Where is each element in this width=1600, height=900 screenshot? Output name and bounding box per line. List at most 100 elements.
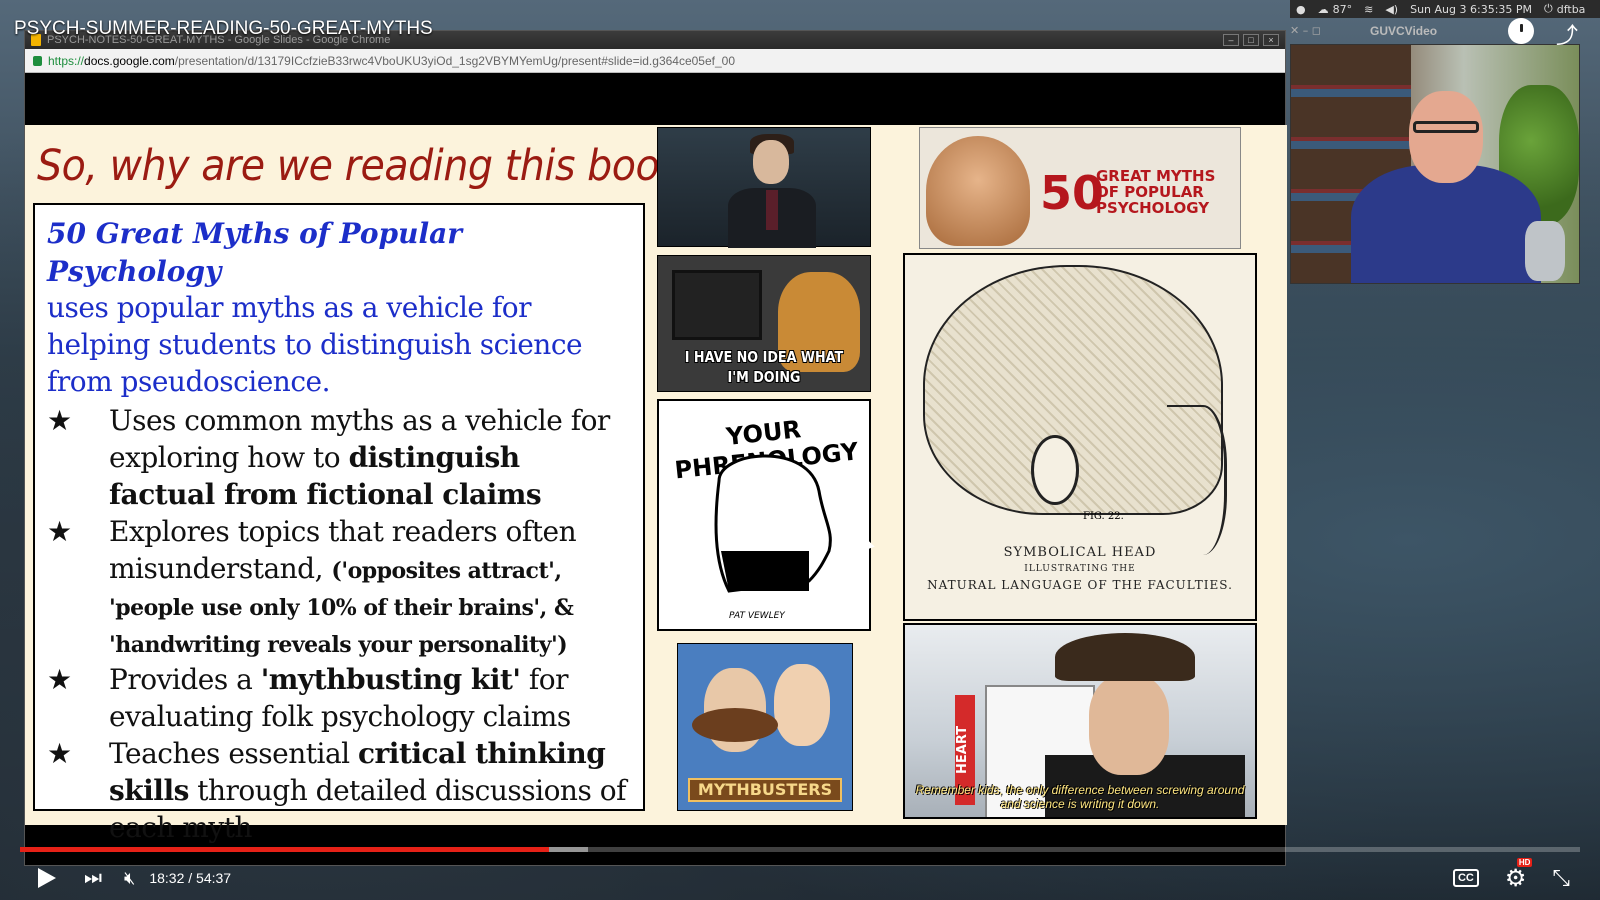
glasses-shape (1413, 121, 1479, 133)
figure-number: FIG. 22. (1083, 511, 1124, 522)
bullet-plain: Provides a (109, 663, 261, 696)
adam-savage-image: HEART Remember kids, the only difference… (903, 623, 1257, 819)
temperature: 87° (1332, 2, 1353, 16)
bullet-text: Teaches essential critical thinking skil… (109, 735, 631, 846)
caricature-head (774, 664, 830, 746)
myth-example: 'opposites attract' (341, 558, 555, 584)
mute-icon[interactable]: 🔇︎ (124, 868, 135, 889)
book-title: 50 Great Myths of Popular Psychology (47, 217, 462, 288)
face-profile-drawing (1167, 405, 1227, 555)
microphone-shape (1525, 221, 1565, 281)
video-title[interactable]: PSYCH-SUMMER-READING-50-GREAT-MYTHS (14, 18, 433, 40)
face-shape (1089, 675, 1169, 775)
myth-example: 'people use only 10% of their brains' (109, 595, 540, 621)
monitor-shape (672, 270, 762, 340)
volume-icon[interactable]: ◀) (1385, 3, 1398, 16)
close-icon[interactable]: × (1263, 34, 1279, 46)
myth-example: 'handwriting reveals your personality' (109, 632, 558, 658)
ear-drawing (1031, 435, 1079, 505)
bullet-list: ★ Uses common myths as a vehicle for exp… (47, 402, 631, 846)
mustache-shape (692, 708, 778, 742)
weather[interactable]: ☁ 87° (1318, 3, 1353, 16)
meme-caption: I HAVE NO IDEA WHAT I'M DOING (684, 348, 844, 386)
book-head-art (926, 136, 1030, 246)
paren-close: ) (557, 632, 568, 658)
bullet-text: Uses common myths as a vehicle for explo… (109, 402, 631, 513)
caption-line: ILLUSTRATING THE (1024, 564, 1136, 574)
separator: , & (539, 595, 574, 621)
slide-heading: So, why are we reading this book? (37, 141, 703, 191)
user-name: dftba (1556, 2, 1586, 16)
separator: , (554, 558, 562, 584)
list-item: ★ Provides a 'mythbusting kit' for evalu… (47, 661, 631, 735)
time-display: 18:32 / 54:37 (149, 870, 232, 886)
lock-icon[interactable] (33, 55, 42, 66)
book-number: 50 (1040, 166, 1105, 220)
bullet-text: Explores topics that readers often misun… (109, 513, 631, 661)
hd-badge: HD (1516, 857, 1533, 867)
dog-meme-image: I HAVE NO IDEA WHAT I'M DOING (657, 255, 871, 392)
user-menu[interactable]: ⏻ dftba (1544, 2, 1585, 16)
list-item: ★ Teaches essential critical thinking sk… (47, 735, 631, 846)
bullet-text: Provides a 'mythbusting kit' for evaluat… (109, 661, 631, 735)
caption-line: SYMBOLICAL HEAD (1003, 545, 1157, 560)
symbolical-head-image: FIG. 22. SYMBOLICAL HEAD ILLUSTRATING TH… (903, 253, 1257, 621)
camera-icon[interactable]: ● (1296, 3, 1306, 16)
maximize-icon[interactable]: □ (1243, 34, 1259, 46)
list-item: ★ Explores topics that readers often mis… (47, 513, 631, 661)
share-icon[interactable]: ⤴ (1556, 18, 1578, 50)
webcam-window-controls[interactable]: ✕ – ◻ (1290, 24, 1321, 37)
paren-open: ( (331, 558, 342, 584)
cloud-icon: ☁ (1317, 2, 1329, 16)
url-path: /presentation/d/13179ICcfzieB33rwc4VboUK… (174, 53, 736, 68)
next-button[interactable]: ⏭ (84, 867, 102, 890)
intro-text: uses popular myths as a vehicle for help… (47, 291, 583, 398)
minimize-icon[interactable]: – (1223, 34, 1239, 46)
window-controls: – □ × (1223, 34, 1285, 46)
doctor-in-rain-image (657, 127, 871, 248)
captions-button[interactable]: CC (1452, 869, 1479, 887)
wifi-icon[interactable]: ≋ (1364, 3, 1373, 16)
mythbusters-logo: MYTHBUSTERS (688, 778, 842, 802)
presentation-slide[interactable]: So, why are we reading this book? 50 Gre… (25, 125, 1287, 844)
watch-later-icon[interactable] (1508, 18, 1534, 44)
player-controls: ⏭ 🔇︎ 18:32 / 54:37 CC ⚙ HD ⤡ (0, 856, 1600, 900)
phrenology-cartoon-image: YOUR PHRENOLOGY PAT VEWLEY (657, 399, 871, 631)
mouse-cursor-icon (859, 535, 875, 551)
illustration-caption: SYMBOLICAL HEAD ILLUSTRATING THE NATURAL… (905, 545, 1255, 593)
caption-line: NATURAL LANGUAGE OF THE FACULTIES. (927, 578, 1233, 592)
played-bar (20, 847, 549, 852)
slide-textbox: 50 Great Myths of Popular Psychology use… (33, 203, 645, 844)
system-tray: ● ☁ 87° ≋ ◀) Sun Aug 3 6:35:35 PM ⏻ dftba (1290, 0, 1600, 18)
mythbusters-image: MYTHBUSTERS (677, 643, 853, 811)
power-icon: ⏻ (1544, 2, 1553, 15)
cartoon-head-drawing (714, 454, 832, 593)
subtitle-text: Remember kids, the only difference betwe… (915, 783, 1245, 811)
settings-gear-icon[interactable]: ⚙ HD (1505, 857, 1533, 893)
face-shape (753, 140, 789, 184)
star-icon: ★ (47, 404, 72, 437)
list-item: ★ Uses common myths as a vehicle for exp… (47, 402, 631, 513)
address-bar[interactable]: https://docs.google.com/presentation/d/1… (25, 49, 1285, 73)
exit-fullscreen-icon[interactable]: ⤡ (1552, 865, 1570, 891)
book-cover-title: GREAT MYTHS OF POPULAR PSYCHOLOGY (1096, 167, 1216, 217)
right-controls: CC ⚙ HD ⤡ (1452, 857, 1600, 893)
clock[interactable]: Sun Aug 3 6:35:35 PM (1410, 3, 1532, 16)
play-button[interactable] (34, 865, 60, 891)
bullet-bold: 'mythbusting kit' (260, 663, 521, 696)
video-progress-bar[interactable] (20, 847, 1580, 852)
bullet-plain: Teaches essential (109, 737, 358, 770)
browser-window: PSYCH-NOTES-50-GREAT-MYTHS - Google Slid… (24, 30, 1287, 866)
cartoon-credit: PAT VEWLEY (729, 611, 785, 621)
slide-letterbox (25, 73, 1285, 125)
star-icon: ★ (47, 737, 72, 770)
url-host: docs.google.com (84, 53, 175, 68)
star-icon: ★ (47, 515, 72, 548)
presenter-head (1409, 91, 1483, 183)
webcam-window-title: GUVCVideo (1370, 24, 1438, 38)
book-cover-image: 50 GREAT MYTHS OF POPULAR PSYCHOLOGY (919, 127, 1241, 249)
url-scheme: https:// (48, 53, 85, 68)
star-icon: ★ (47, 663, 72, 696)
webcam-feed (1290, 44, 1580, 284)
hat-shape (1055, 633, 1195, 681)
